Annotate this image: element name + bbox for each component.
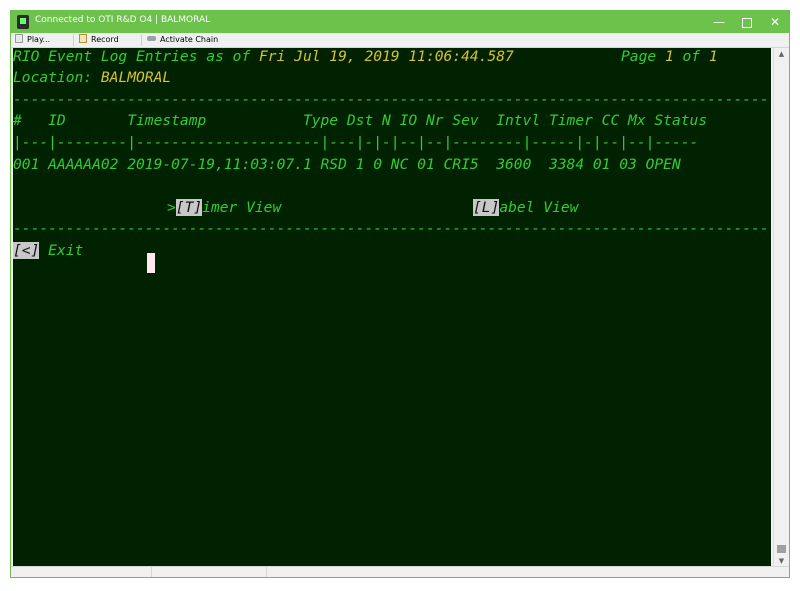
toolbar: Play... Record Activate Chain (11, 33, 789, 48)
header-datetime: Fri Jul 19, 2019 11:06:44.587 (259, 48, 514, 65)
timer-view-option[interactable]: >[T]imer View (167, 199, 281, 217)
timer-key[interactable]: [T] (175, 199, 203, 216)
toolbar-divider (141, 34, 142, 46)
divider: ----------------------------------------… (13, 91, 771, 108)
record-label: Record (91, 35, 119, 44)
record-button[interactable]: Record (79, 34, 119, 46)
title-bar[interactable]: Connected to OTI R&D O4 | BALMORAL — ✕ (11, 11, 789, 33)
close-button[interactable]: ✕ (761, 11, 789, 33)
header-title: RIO Event Log Entries as of (13, 48, 260, 65)
exit-key[interactable]: [<] (13, 242, 40, 259)
play-button[interactable]: Play... (15, 34, 50, 46)
text-cursor (147, 253, 155, 273)
label-label: abel View (499, 199, 579, 216)
vertical-scrollbar[interactable]: ▲ ▼ (773, 48, 789, 567)
timer-label: imer View (202, 199, 282, 216)
column-rule: |---|--------|---------------------|---|… (13, 134, 699, 151)
maximize-button[interactable] (733, 11, 761, 33)
header-line: RIO Event Log Entries as of Fri Jul 19, … (13, 48, 718, 66)
play-label: Play... (27, 35, 51, 44)
activate-chain-label: Activate Chain (160, 35, 219, 44)
timer-prefix: > (167, 199, 176, 216)
page-total: 1 (708, 48, 718, 65)
minimize-button[interactable]: — (705, 11, 733, 33)
divider: ----------------------------------------… (13, 220, 771, 237)
window-title: Connected to OTI R&D O4 | BALMORAL (35, 15, 211, 25)
label-view-option[interactable]: [L]abel View (473, 199, 578, 217)
maximize-icon (742, 17, 752, 28)
toolbar-divider (73, 34, 74, 46)
page-label: Page (621, 48, 665, 65)
terminal-screen[interactable]: RIO Event Log Entries as of Fri Jul 19, … (13, 48, 771, 567)
scroll-up-icon[interactable]: ▲ (774, 48, 789, 60)
label-key[interactable]: [L] (473, 199, 500, 216)
location-label: Location: (13, 69, 101, 86)
record-icon (79, 34, 87, 43)
chain-icon (147, 36, 156, 41)
app-icon (17, 15, 29, 29)
activate-chain-button[interactable]: Activate Chain (147, 34, 218, 46)
status-bar (11, 566, 789, 577)
exit-label: Exit (39, 242, 84, 259)
location-line: Location: BALMORAL (13, 69, 171, 87)
table-row[interactable]: 001 AAAAAA02 2019-07-19,11:03:07.1 RSD 1… (13, 156, 681, 174)
location-value: BALMORAL (100, 69, 172, 86)
terminal-window: Connected to OTI R&D O4 | BALMORAL — ✕ P… (10, 10, 790, 578)
column-headers: # ID Timestamp Type Dst N IO Nr Sev Intv… (13, 112, 708, 129)
page-of: of (673, 48, 709, 65)
page-current: 1 (664, 48, 674, 65)
status-divider (151, 567, 152, 577)
exit-option[interactable]: [<] Exit (13, 242, 83, 260)
status-divider (266, 567, 267, 577)
document-icon (15, 34, 23, 43)
scroll-thumb[interactable] (777, 545, 786, 553)
